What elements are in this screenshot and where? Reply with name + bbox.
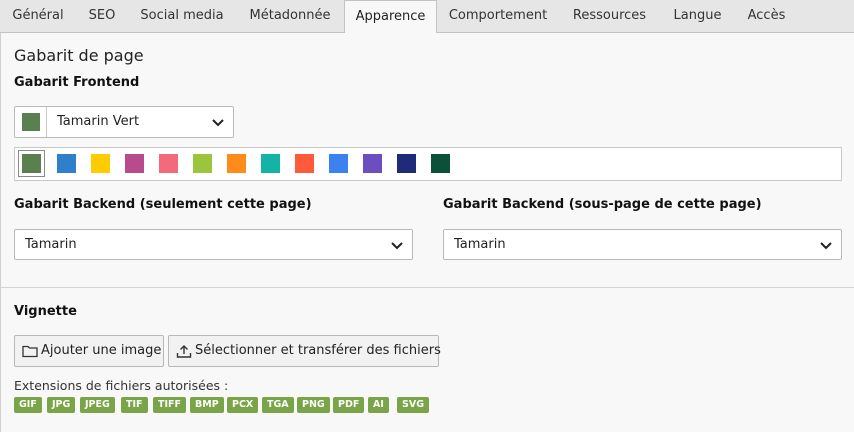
backend-layout-value: Tamarin (25, 237, 77, 252)
tab-metadata[interactable]: Métadonnée (236, 0, 344, 33)
upload-icon (176, 345, 192, 358)
frontend-layout-palette (14, 147, 842, 181)
palette-swatch[interactable] (329, 154, 348, 173)
upload-files-label: Sélectionner et transférer des fichiers (195, 343, 441, 358)
palette-swatch[interactable] (159, 154, 178, 173)
allowed-extensions-label: Extensions de fichiers autorisées : (14, 378, 229, 393)
frontend-layout-label: Gabarit Frontend (14, 75, 140, 90)
extension-badge: TIF (121, 397, 148, 413)
tab-general[interactable]: Général (0, 0, 76, 33)
tab-behaviour[interactable]: Comportement (437, 0, 559, 33)
palette-swatch[interactable] (261, 154, 280, 173)
palette-swatch[interactable] (57, 154, 76, 173)
extension-badge: AI (368, 397, 389, 413)
extension-badge: PCX (227, 397, 259, 413)
tab-access[interactable]: Accès (735, 0, 798, 33)
backend-sub-layout-value: Tamarin (454, 237, 506, 252)
palette-swatch[interactable] (397, 154, 416, 173)
chevron-down-icon (212, 119, 224, 127)
chevron-down-icon (391, 242, 403, 250)
extension-badge: TIFF (153, 397, 186, 413)
palette-swatch[interactable] (363, 154, 382, 173)
tab-language[interactable]: Langue (660, 0, 735, 33)
frontend-layout-value: Tamarin Vert (57, 114, 140, 129)
extension-badge: GIF (14, 397, 42, 413)
frontend-layout-select[interactable]: Tamarin Vert (14, 106, 234, 138)
extension-badge: PDF (333, 397, 365, 413)
palette-swatch[interactable] (91, 154, 110, 173)
backend-sub-layout-select[interactable]: Tamarin (443, 229, 842, 260)
palette-swatch[interactable] (125, 154, 144, 173)
thumbnail-label: Vignette (14, 304, 77, 319)
extension-badge: PNG (297, 397, 330, 413)
section-title-page-layout: Gabarit de page (14, 46, 144, 65)
palette-swatch[interactable] (295, 154, 314, 173)
tab-bar: Général SEO Social media Métadonnée Appa… (0, 0, 854, 34)
upload-files-button[interactable]: Sélectionner et transférer des fichiers (168, 335, 441, 367)
tab-social-media[interactable]: Social media (128, 0, 236, 33)
palette-swatch[interactable] (431, 154, 450, 173)
extension-badge: TGA (262, 397, 294, 413)
extension-badge: BMP (190, 397, 224, 413)
backend-sub-layout-label: Gabarit Backend (sous-page de cette page… (443, 197, 762, 212)
palette-swatch[interactable] (193, 154, 212, 173)
tab-appearance[interactable]: Apparence (344, 0, 437, 34)
section-divider (1, 287, 854, 288)
extension-badge: JPEG (80, 397, 115, 413)
extension-badge: JPG (47, 397, 76, 413)
add-image-label: Ajouter une image (41, 343, 162, 358)
backend-layout-select[interactable]: Tamarin (14, 229, 413, 260)
selected-color-preview (15, 107, 47, 137)
folder-icon (22, 345, 38, 358)
add-image-button[interactable]: Ajouter une image (14, 335, 164, 367)
palette-swatch[interactable] (227, 154, 246, 173)
appearance-panel: Gabarit de page Gabarit Frontend Tamarin… (0, 33, 854, 432)
palette-swatch[interactable] (18, 150, 45, 177)
tab-seo[interactable]: SEO (76, 0, 128, 33)
chevron-down-icon (820, 242, 832, 250)
selected-color-swatch (22, 113, 40, 131)
backend-layout-label: Gabarit Backend (seulement cette page) (14, 197, 312, 212)
extension-badge: SVG (397, 397, 429, 413)
tab-resources[interactable]: Ressources (559, 0, 660, 33)
